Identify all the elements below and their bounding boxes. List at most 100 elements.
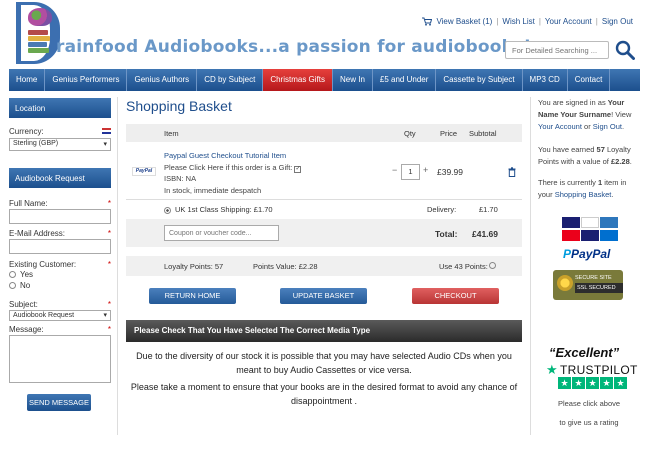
nav-item-cd-by-subject[interactable]: CD by Subject bbox=[197, 69, 264, 91]
trash-icon[interactable] bbox=[508, 167, 516, 177]
delivery-value: £1.70 bbox=[479, 205, 498, 214]
main-nav: Home Genius Performers Genius Authors CD by… bbox=[9, 69, 640, 91]
nav-item-christmas-gifts[interactable]: Christmas Gifts bbox=[263, 69, 333, 91]
view-basket-link[interactable]: View Basket (1) bbox=[436, 17, 492, 26]
item-name-link[interactable]: Paypal Guest Checkout Tutorial Item bbox=[164, 150, 334, 162]
page-title: Shopping Basket bbox=[126, 98, 232, 114]
signed-in-text: You are signed in as Your Name Your Surn… bbox=[538, 98, 632, 131]
subject-select[interactable]: Audiobook Request ▾ bbox=[9, 310, 111, 321]
logo-text[interactable]: rainfood Audiobooks...a passion for audi… bbox=[56, 37, 531, 57]
email-label: E-Mail Address: * bbox=[9, 229, 111, 238]
item-price: £39.99 bbox=[437, 167, 463, 177]
col-item: Item bbox=[164, 129, 179, 138]
update-basket-button[interactable]: UPDATE BASKET bbox=[280, 288, 367, 304]
qty-decrease-button[interactable]: − bbox=[392, 165, 397, 175]
trustpilot-logo[interactable]: ★ TRUSTPILOT bbox=[546, 362, 638, 378]
loyalty-points: Loyalty Points: 57 bbox=[164, 262, 224, 271]
nav-item-home[interactable]: Home bbox=[9, 69, 46, 91]
your-account-link[interactable]: Your Account bbox=[538, 122, 582, 131]
checkout-button[interactable]: CHECKOUT bbox=[412, 288, 499, 304]
rating-excellent[interactable]: “Excellent” bbox=[549, 345, 619, 360]
shipping-option[interactable]: UK 1st Class Shipping: £1.70 bbox=[164, 205, 273, 214]
notice-paragraph-2: Please take a moment to ensure that your… bbox=[130, 382, 518, 406]
divider bbox=[530, 97, 531, 435]
item-thumbnail[interactable]: PayPal bbox=[132, 167, 156, 176]
divider: | bbox=[595, 16, 598, 26]
top-links: View Basket (1) | Wish List | Your Accou… bbox=[421, 16, 633, 26]
subject-label: Subject: * bbox=[9, 300, 111, 309]
send-message-button[interactable]: SEND MESSAGE bbox=[27, 394, 91, 411]
return-home-button[interactable]: RETURN HOME bbox=[149, 288, 236, 304]
audiobook-request-heading: Audiobook Request bbox=[9, 168, 111, 188]
star-icon: ★ bbox=[614, 377, 627, 389]
divider bbox=[117, 97, 118, 435]
give-rating-text: to give us a rating bbox=[559, 418, 619, 427]
media-type-notice-heading: Please Check That You Have Selected The … bbox=[126, 320, 522, 342]
click-above-text: Please click above bbox=[557, 399, 621, 408]
lock-icon bbox=[557, 275, 573, 291]
col-qty: Qty bbox=[404, 129, 416, 138]
divider bbox=[126, 199, 522, 200]
wish-list-link[interactable]: Wish List bbox=[502, 17, 534, 26]
col-subtotal: Subtotal bbox=[469, 129, 497, 138]
total-label: Total: bbox=[435, 229, 458, 239]
nav-item-contact[interactable]: Contact bbox=[568, 69, 611, 91]
basket-item: Paypal Guest Checkout Tutorial Item Plea… bbox=[164, 150, 334, 196]
item-isbn: ISBN: NA bbox=[164, 174, 197, 183]
sign-out-link[interactable]: Sign Out bbox=[602, 17, 633, 26]
star-icon: ★ bbox=[586, 377, 599, 389]
star-icon: ★ bbox=[600, 377, 613, 389]
shopping-basket-link[interactable]: Shopping Basket bbox=[555, 190, 612, 199]
basket-icon[interactable] bbox=[421, 16, 433, 26]
nav-item-genius-performers[interactable]: Genius Performers bbox=[45, 69, 128, 91]
nav-item-mp3-cd[interactable]: MP3 CD bbox=[523, 69, 568, 91]
your-account-link[interactable]: Your Account bbox=[545, 17, 592, 26]
qty-increase-button[interactable]: + bbox=[423, 165, 428, 175]
email-field[interactable] bbox=[9, 239, 111, 254]
qty-input[interactable]: 1 bbox=[401, 164, 420, 180]
currency-select[interactable]: Sterling (GBP) ▾ bbox=[9, 138, 111, 151]
fullname-label: Full Name: * bbox=[9, 199, 111, 208]
books-logo-icon bbox=[28, 30, 50, 56]
search-icon[interactable] bbox=[615, 40, 635, 60]
total-value: £41.69 bbox=[472, 229, 498, 239]
nav-item-new-in[interactable]: New In bbox=[333, 69, 373, 91]
paypal-logo: PPayPal bbox=[563, 247, 611, 261]
nav-item-5-and-under[interactable]: £5 and Under bbox=[373, 69, 437, 91]
item-stock: In stock, immediate despatch bbox=[164, 185, 262, 195]
radio-yes[interactable]: Yes bbox=[9, 270, 33, 279]
chevron-down-icon: ▾ bbox=[103, 312, 107, 319]
fullname-field[interactable] bbox=[9, 209, 111, 224]
star-icon: ★ bbox=[572, 377, 585, 389]
gift-option[interactable]: Please Click Here if this order is a Gif… bbox=[164, 162, 334, 174]
location-heading: Location bbox=[9, 98, 111, 118]
trustpilot-stars[interactable]: ★ ★ ★ ★ ★ bbox=[558, 377, 627, 389]
card-logos-icon bbox=[562, 217, 618, 241]
ssl-secured-badge[interactable]: SECURE SITE SSL SECURED bbox=[553, 270, 623, 300]
basket-table-header: Item Qty Price Subtotal bbox=[126, 124, 522, 142]
existing-customer-label: Existing Customer: * bbox=[9, 260, 111, 269]
loyalty-summary: You have earned 57 Loyalty Points with a… bbox=[538, 145, 632, 166]
sign-out-link[interactable]: Sign Out bbox=[593, 122, 622, 131]
search-input[interactable] bbox=[505, 41, 609, 59]
divider: | bbox=[538, 16, 541, 26]
message-textarea[interactable] bbox=[9, 335, 111, 383]
col-price: Price bbox=[440, 129, 458, 138]
checkbox-checked-icon[interactable]: ✓ bbox=[294, 165, 302, 173]
uk-flag-icon bbox=[102, 128, 111, 134]
delivery-label: Delivery: bbox=[427, 205, 457, 214]
star-icon: ★ bbox=[558, 377, 571, 389]
star-icon: ★ bbox=[546, 362, 558, 377]
brain-logo-icon bbox=[28, 8, 52, 26]
use-points-label: Use 43 Points: bbox=[439, 262, 488, 271]
coupon-input[interactable] bbox=[164, 225, 279, 241]
currency-label: Currency: bbox=[9, 127, 111, 136]
nav-item-genius-authors[interactable]: Genius Authors bbox=[127, 69, 198, 91]
chevron-down-icon: ▾ bbox=[103, 141, 107, 148]
divider: | bbox=[496, 16, 499, 26]
nav-item-cassette-by-subject[interactable]: Cassette by Subject bbox=[436, 69, 523, 91]
basket-summary: There is currently 1 item in your Shoppi… bbox=[538, 178, 627, 199]
message-label: Message: * bbox=[9, 325, 111, 334]
use-points-checkbox[interactable] bbox=[489, 262, 496, 269]
radio-no[interactable]: No bbox=[9, 281, 30, 290]
